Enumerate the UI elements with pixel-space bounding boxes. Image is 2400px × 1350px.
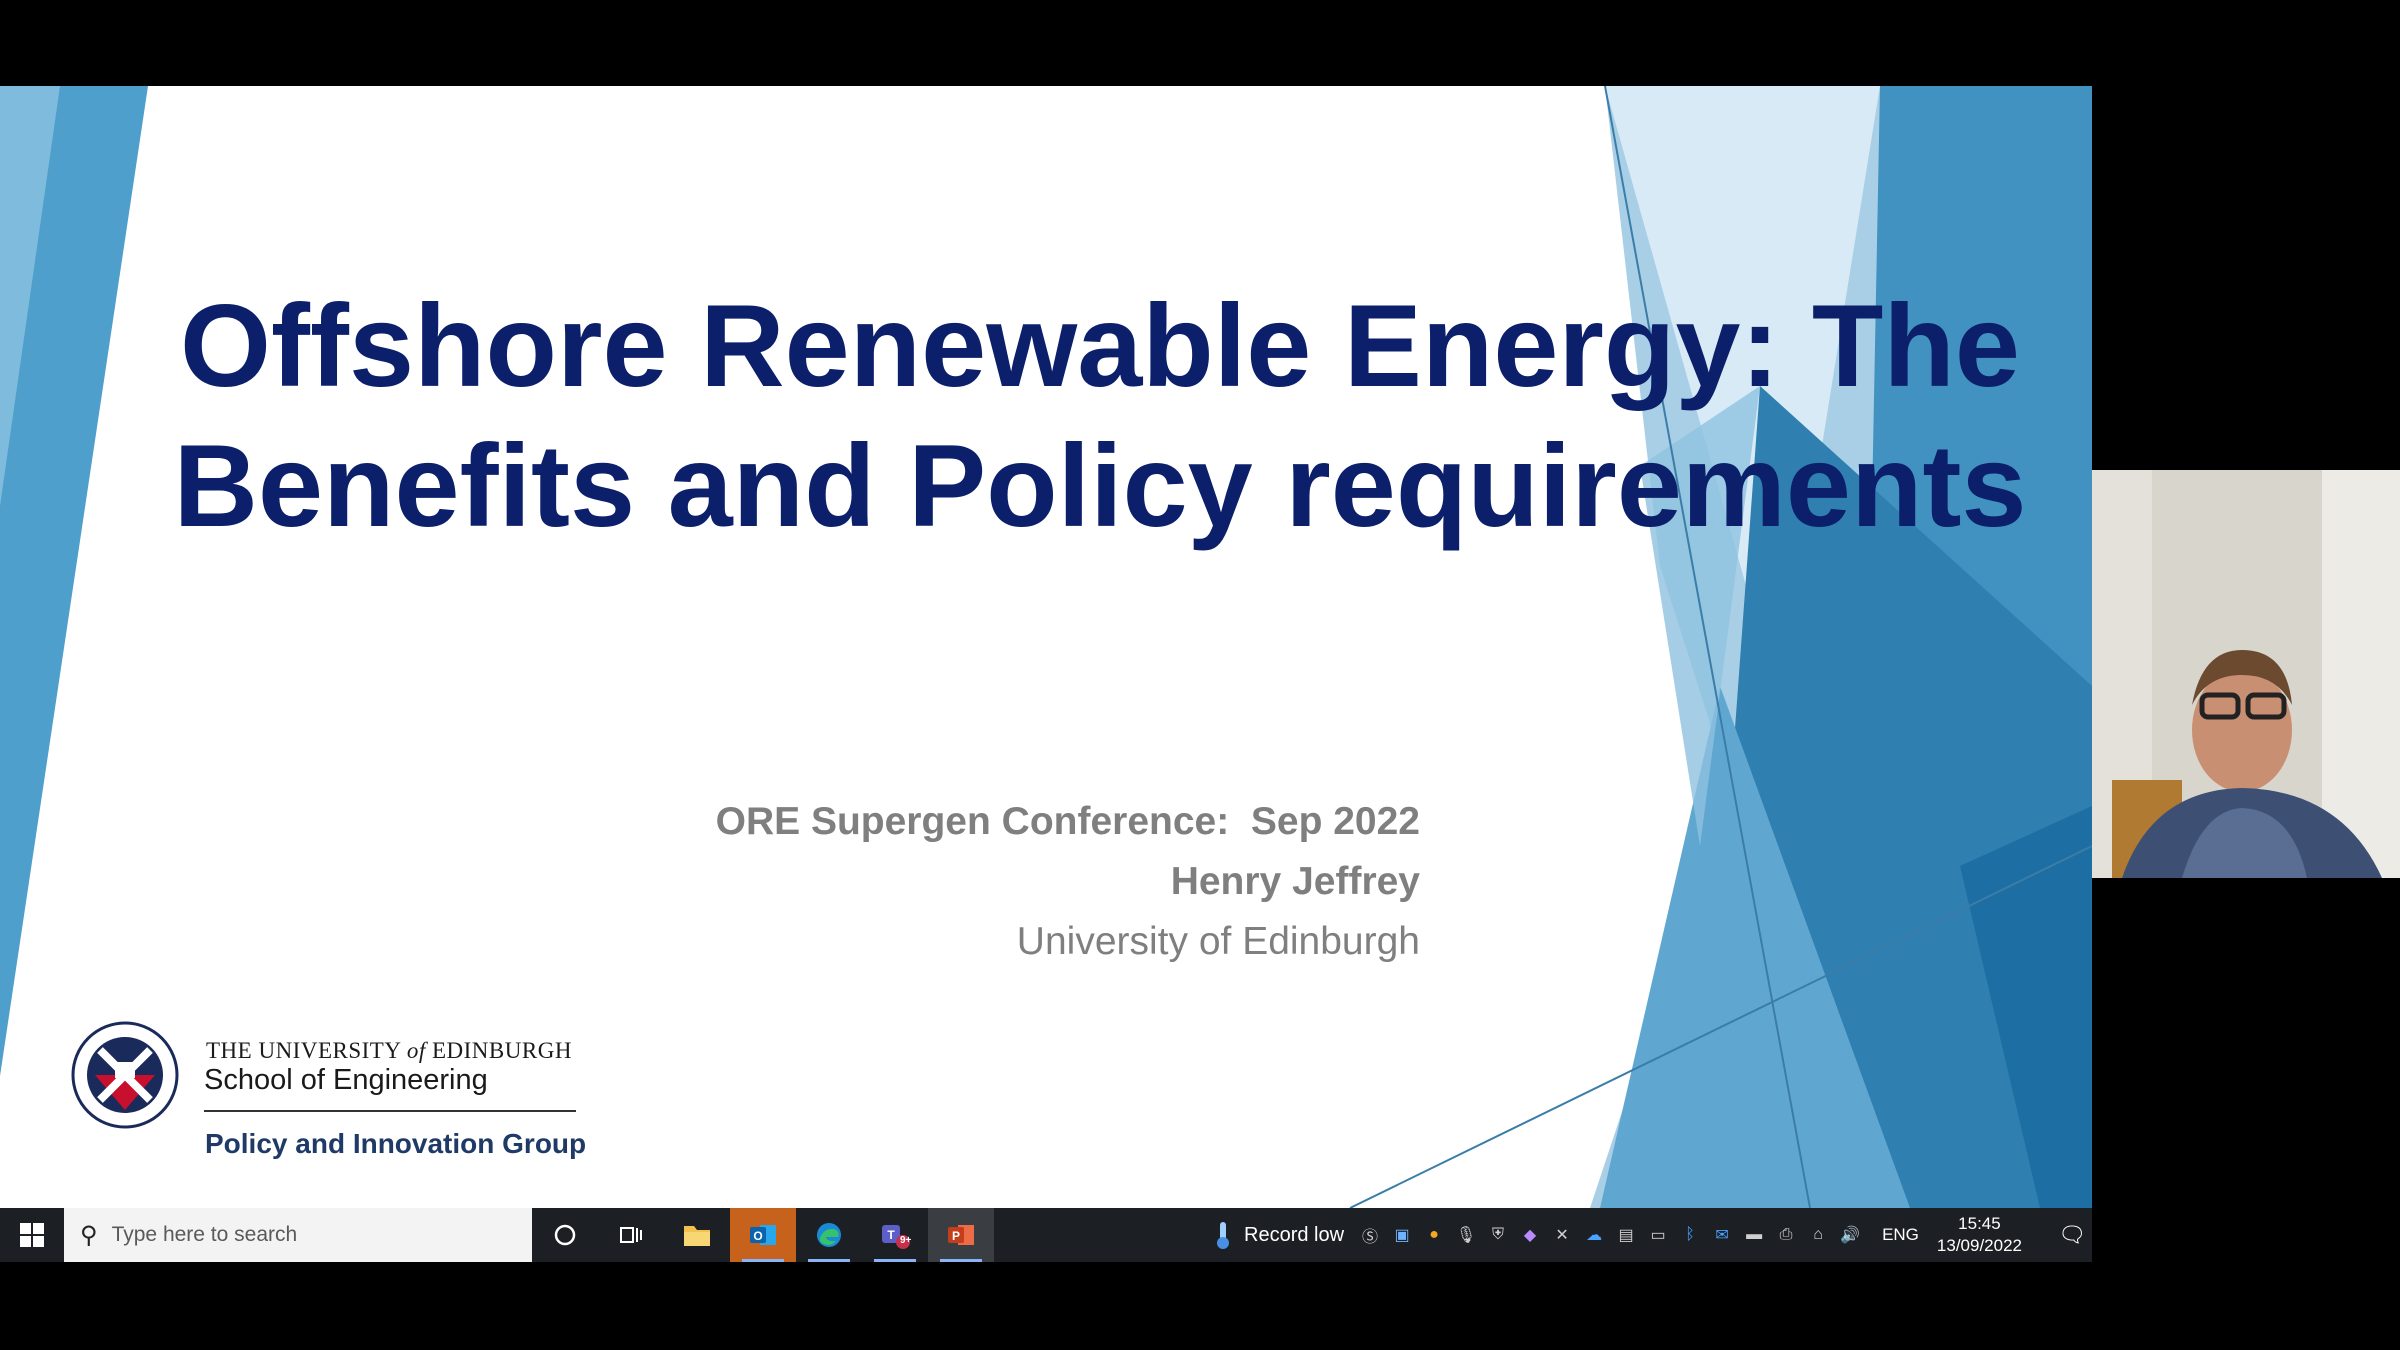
webcam-image: [2092, 470, 2400, 878]
app-tray-icon[interactable]: ▣: [1390, 1223, 1414, 1247]
svg-text:T: T: [887, 1228, 895, 1242]
logo-school-name: School of Engineering: [204, 1064, 488, 1096]
weather-widget[interactable]: Record low: [1212, 1220, 1344, 1250]
windows-logo-icon: [20, 1223, 44, 1247]
presentation-slide: Offshore Renewable Energy: The Benefits …: [0, 86, 2092, 1208]
battery-icon[interactable]: ▬: [1742, 1223, 1766, 1247]
presenter-webcam-feed: [2092, 470, 2400, 878]
presenter-name: Henry Jeffrey: [1170, 860, 1420, 903]
input-language[interactable]: ENG: [1882, 1225, 1919, 1245]
clock-time: 15:45: [1958, 1214, 2001, 1233]
outlook-icon: O: [750, 1225, 776, 1245]
title-line-1: Offshore Renewable Energy: The: [180, 280, 2020, 411]
system-tray: Ⓢ ▣ ● 🎙 ⛨ ◆ ✕ ☁ ▤ ▭ ᛒ ✉ ▬ ⎙ ⌂ 🔊: [1358, 1223, 1862, 1247]
search-placeholder: Type here to search: [111, 1223, 298, 1246]
svg-text:O: O: [753, 1229, 762, 1243]
onedrive-icon[interactable]: ☁: [1582, 1223, 1606, 1247]
clock[interactable]: 15:45 13/09/2022: [1937, 1213, 2022, 1257]
university-seal-icon: [71, 1021, 179, 1129]
teams-badge: 9+: [900, 1235, 912, 1246]
logo-group-name: Policy and Innovation Group: [205, 1128, 587, 1159]
network-disabled-icon[interactable]: ✕: [1550, 1223, 1574, 1247]
orange-app-icon[interactable]: ●: [1422, 1223, 1446, 1247]
volume-icon[interactable]: 🔊: [1838, 1223, 1862, 1247]
university-logo: THE UNIVERSITY of EDINBURGH School of En…: [70, 1020, 590, 1200]
file-explorer-button[interactable]: [664, 1208, 730, 1262]
logo-university-name: THE UNIVERSITY of EDINBURGH: [206, 1038, 572, 1063]
powerpoint-button[interactable]: P: [928, 1208, 994, 1262]
notifications-icon: 🗨: [2058, 1222, 2086, 1247]
windows-taskbar: ⚲ Type here to search O T 9+ P Record lo…: [0, 1208, 2092, 1262]
presenter-affiliation: University of Edinburgh: [1016, 920, 1420, 963]
cortana-button[interactable]: [532, 1208, 598, 1262]
slide-title: Offshore Renewable Energy: The Benefits …: [150, 276, 2050, 556]
weather-text: Record low: [1244, 1223, 1345, 1246]
outlook-tray-icon[interactable]: ✉: [1710, 1223, 1734, 1247]
teams-button[interactable]: T 9+: [862, 1208, 928, 1262]
cortana-icon: [554, 1224, 576, 1246]
clock-date: 13/09/2022: [1936, 1236, 2022, 1255]
taskbar-search-box[interactable]: ⚲ Type here to search: [64, 1208, 532, 1262]
microphone-icon[interactable]: 🎙: [1454, 1223, 1478, 1247]
security-shield-icon[interactable]: ⛨: [1486, 1223, 1510, 1247]
teams-tray-icon[interactable]: ◆: [1518, 1223, 1542, 1247]
device-icon[interactable]: ▤: [1614, 1223, 1638, 1247]
logo-divider: [204, 1110, 576, 1112]
title-line-2: Benefits and Policy requirements: [173, 420, 2027, 551]
thermometer-icon: [1217, 1222, 1230, 1249]
task-view-button[interactable]: [598, 1208, 664, 1262]
search-icon: ⚲: [80, 1221, 98, 1249]
svg-text:P: P: [952, 1229, 960, 1243]
file-explorer-icon: [684, 1226, 710, 1246]
display-icon[interactable]: ▭: [1646, 1223, 1670, 1247]
conference-subtitle: ORE Supergen Conference: Sep 2022: [715, 800, 1420, 843]
start-button[interactable]: [0, 1208, 64, 1262]
task-view-icon: [620, 1227, 642, 1243]
skype-icon[interactable]: Ⓢ: [1358, 1223, 1382, 1247]
bluetooth-icon[interactable]: ᛒ: [1678, 1223, 1702, 1247]
notifications-button[interactable]: 🗨: [2052, 1222, 2092, 1248]
edge-button[interactable]: [796, 1208, 862, 1262]
outlook-button[interactable]: O: [730, 1208, 796, 1262]
edge-icon: [817, 1223, 841, 1247]
powerpoint-icon: P: [948, 1225, 974, 1245]
network-icon[interactable]: ⌂: [1806, 1223, 1830, 1247]
printer-icon[interactable]: ⎙: [1774, 1223, 1798, 1247]
